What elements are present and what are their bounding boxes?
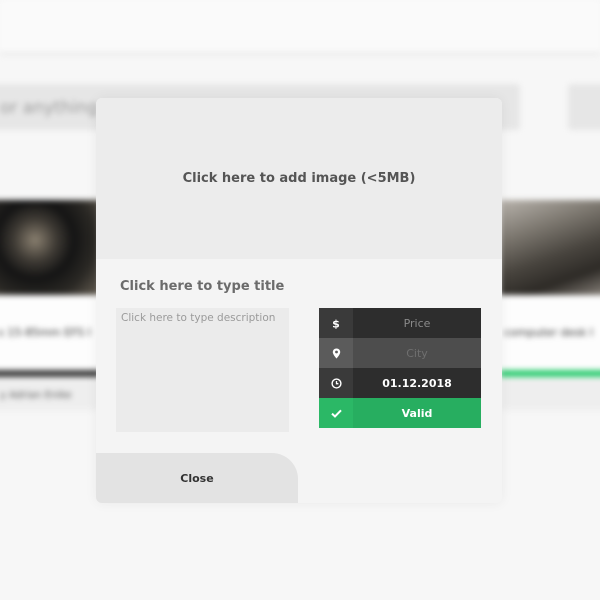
listing-title: s 15-85mm EFS I [0,326,91,339]
title-field[interactable]: Click here to type title [120,279,284,294]
check-icon [319,398,353,428]
description-field[interactable]: Click here to type description [116,308,289,432]
listing-title: computer desk I [504,326,594,339]
close-button[interactable]: Close [96,453,298,503]
valid-button[interactable]: Valid [353,398,481,428]
map-pin-icon [319,338,353,368]
city-row: City [319,338,481,368]
price-input[interactable]: Price [353,308,481,338]
date-value[interactable]: 01.12.2018 [353,368,481,398]
add-listing-modal: Click here to add image (<5MB) Click her… [96,98,502,503]
top-navbar [0,0,600,55]
listing-bar [0,370,100,377]
listing-photo [0,200,100,295]
listing-card: s 15-85mm EFS I y Adrian Enike [0,200,100,410]
listing-footer [500,378,600,410]
dollar-icon: $ [319,308,353,338]
search-placeholder: or anything [0,98,98,118]
date-row: 01.12.2018 [319,368,481,398]
image-upload-area[interactable]: Click here to add image (<5MB) [96,98,502,259]
listing-card: computer desk I [500,200,600,410]
image-upload-label: Click here to add image (<5MB) [182,171,416,186]
listing-author: y Adrian Enike [0,390,72,401]
valid-row: Valid [319,398,481,428]
city-input[interactable]: City [353,338,481,368]
listing-bar [500,370,600,377]
svg-text:$: $ [332,318,340,330]
search-button [568,84,600,130]
listing-details-panel: $ Price City 01.12.2018 Valid [319,308,481,428]
listing-photo [500,200,600,295]
price-row: $ Price [319,308,481,338]
clock-icon [319,368,353,398]
